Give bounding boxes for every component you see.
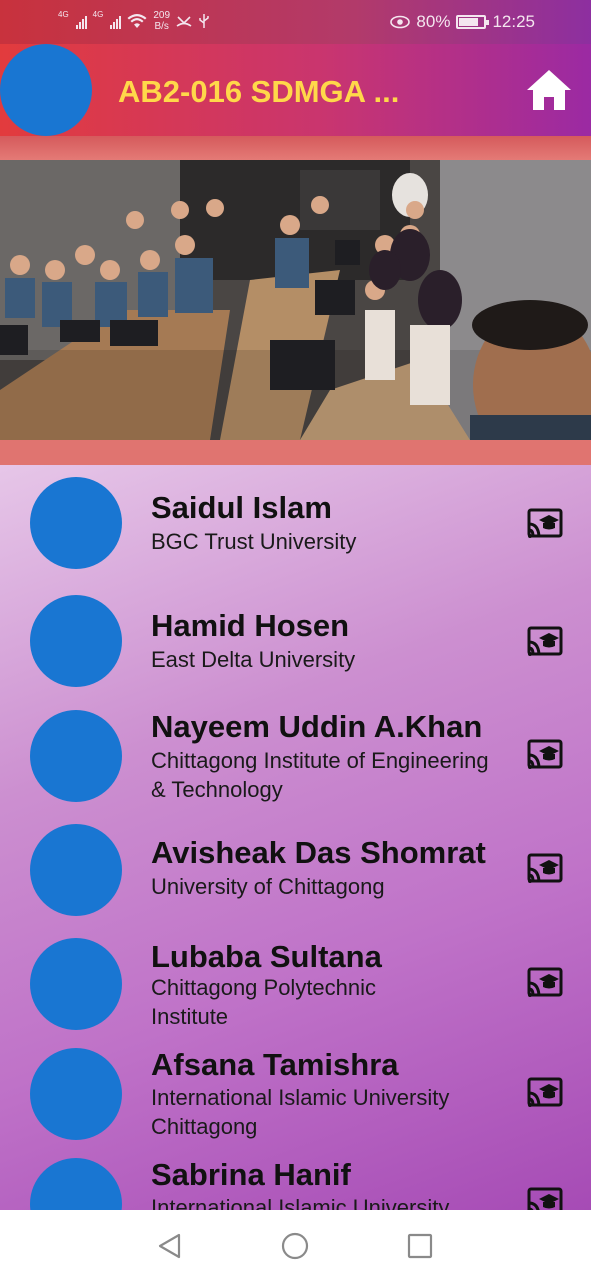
cast-for-education-icon[interactable] (526, 739, 564, 771)
status-right: 80% 12:25 (390, 12, 535, 32)
student-row-afsana-tamishra[interactable]: Afsana Tamishra International Islamic Un… (0, 1035, 591, 1145)
avatar (30, 824, 122, 916)
avatar (30, 477, 122, 569)
data-speed-value: 209 (153, 10, 171, 21)
recents-square-icon[interactable] (405, 1231, 435, 1261)
student-row-sabrina-hanif[interactable]: Sabrina Hanif International Islamic Univ… (0, 1145, 591, 1210)
status-left: 4G 4G 209 B/s (58, 10, 210, 32)
signal-icon-2 (110, 13, 122, 29)
signal-icon (75, 13, 87, 29)
network-type-1: 4G (58, 10, 69, 19)
student-row-avisheak-das[interactable]: Avisheak Das Shomrat University of Chitt… (0, 811, 591, 921)
data-speed: 209 B/s (153, 10, 170, 32)
student-name: Avisheak Das Shomrat (151, 835, 486, 870)
avatar (30, 1048, 122, 1140)
data-speed-unit: B/s (154, 21, 169, 32)
student-row-hamid-hosen[interactable]: Hamid Hosen East Delta University (0, 583, 591, 693)
student-name: Hamid Hosen (151, 608, 350, 643)
cast-for-education-icon[interactable] (526, 853, 564, 885)
network-type-2: 4G (92, 10, 104, 19)
battery-icon (456, 15, 490, 29)
student-name: Lubaba Sultana (151, 939, 382, 974)
student-name: Nayeem Uddin A.Khan (151, 709, 483, 744)
photo-band (0, 440, 591, 465)
cast-for-education-icon[interactable] (526, 508, 564, 540)
student-institution: Chittagong Institute of Engineering & Te… (151, 748, 489, 802)
group-photo (0, 160, 591, 440)
wifi-icon (127, 14, 147, 28)
student-institution: International Islamic University Chittag… (151, 1085, 450, 1139)
avatar (30, 1158, 122, 1210)
app-title: AB2-016 SDMGA ... (118, 74, 400, 109)
clock: 12:25 (492, 12, 535, 31)
battery-percent: 80% (416, 12, 451, 31)
app-bar: AB2-016 SDMGA ... (0, 44, 591, 136)
student-row-lubaba-sultana[interactable]: Lubaba Sultana Chittagong Polytechnic In… (0, 925, 591, 1035)
battery-level (459, 18, 479, 26)
student-name: Afsana Tamishra (151, 1047, 399, 1082)
student-name: Sabrina Hanif (151, 1157, 351, 1192)
system-nav-bar (0, 1210, 591, 1280)
group-photo-illustration (0, 160, 591, 440)
cast-for-education-icon[interactable] (526, 1077, 564, 1109)
home-icon[interactable] (525, 68, 573, 112)
student-institution: East Delta University (151, 647, 356, 672)
student-name: Saidul Islam (151, 490, 332, 525)
back-triangle-icon[interactable] (155, 1231, 185, 1261)
avatar (30, 710, 122, 802)
cast-for-education-icon[interactable] (526, 1187, 564, 1210)
avatar (30, 938, 122, 1030)
cast-for-education-icon[interactable] (526, 626, 564, 658)
student-institution: University of Chittagong (151, 874, 385, 899)
student-row-saidul-islam[interactable]: Saidul Islam BGC Trust University (0, 465, 591, 575)
student-institution: International Islamic University (151, 1195, 450, 1210)
home-circle-icon[interactable] (280, 1231, 310, 1261)
student-list[interactable]: Saidul Islam BGC Trust University Hamid … (0, 465, 591, 1210)
cast-for-education-icon[interactable] (526, 967, 564, 999)
app-avatar[interactable] (0, 44, 92, 136)
student-row-nayeem-uddin[interactable]: Nayeem Uddin A.Khan Chittagong Institute… (0, 697, 591, 807)
usb-icon (199, 14, 209, 28)
avatar (30, 595, 122, 687)
status-bar: 4G 4G 209 B/s 80% 12:25 (0, 0, 591, 44)
student-institution: BGC Trust University (151, 529, 357, 554)
student-institution: Chittagong Polytechnic Institute (151, 975, 377, 1029)
header-band (0, 136, 591, 160)
eye-comfort-icon (390, 15, 411, 29)
missed-call-icon (176, 16, 192, 27)
